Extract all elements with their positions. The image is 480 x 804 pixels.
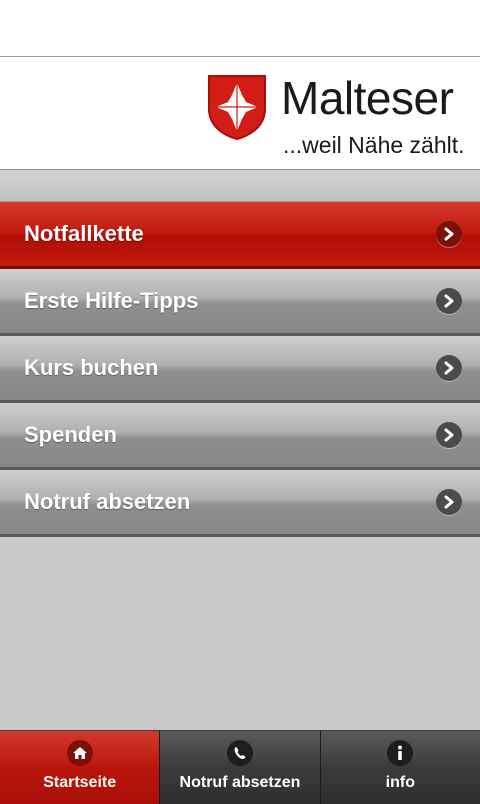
chevron-right-icon bbox=[436, 288, 462, 314]
brand-name: Malteser bbox=[281, 72, 454, 124]
menu-item-label: Spenden bbox=[24, 422, 117, 447]
app-screen: Malteser ...weil Nähe zählt. Notfallkett… bbox=[0, 56, 480, 804]
menu-item-erste-hilfe-tipps[interactable]: Erste Hilfe-Tipps bbox=[0, 269, 480, 336]
menu-item-kurs-buchen[interactable]: Kurs buchen bbox=[0, 336, 480, 403]
bottom-tab-bar: Startseite Notruf absetzen info bbox=[0, 730, 480, 804]
header: Malteser ...weil Nähe zählt. bbox=[0, 57, 480, 170]
chevron-right-icon bbox=[436, 422, 462, 448]
menu-item-label: Notruf absetzen bbox=[24, 489, 191, 514]
phone-icon bbox=[226, 740, 253, 766]
chevron-right-icon bbox=[436, 221, 462, 247]
home-icon bbox=[66, 740, 93, 766]
tab-label: Startseite bbox=[43, 774, 117, 791]
info-icon bbox=[387, 740, 414, 766]
menu-item-notfallkette[interactable]: Notfallkette bbox=[0, 202, 480, 269]
menu-item-spenden[interactable]: Spenden bbox=[0, 403, 480, 470]
chevron-right-icon bbox=[436, 489, 462, 515]
tab-label: info bbox=[385, 774, 415, 791]
brand-tagline: ...weil Nähe zählt. bbox=[283, 132, 465, 158]
tab-info[interactable]: info bbox=[320, 731, 480, 804]
menu-item-label: Erste Hilfe-Tipps bbox=[24, 288, 199, 313]
main-menu: Notfallkette Erste Hilfe-Tipps Kurs buch… bbox=[0, 202, 480, 537]
sub-header-bar bbox=[0, 170, 480, 202]
chevron-right-icon bbox=[436, 355, 462, 381]
malteser-shield-logo bbox=[208, 75, 266, 141]
tab-notruf-absetzen[interactable]: Notruf absetzen bbox=[160, 731, 321, 804]
menu-item-label: Notfallkette bbox=[24, 221, 144, 246]
tab-startseite[interactable]: Startseite bbox=[0, 731, 161, 804]
menu-item-notruf-absetzen[interactable]: Notruf absetzen bbox=[0, 470, 480, 537]
tab-label: Notruf absetzen bbox=[179, 774, 301, 791]
menu-item-label: Kurs buchen bbox=[24, 355, 159, 380]
